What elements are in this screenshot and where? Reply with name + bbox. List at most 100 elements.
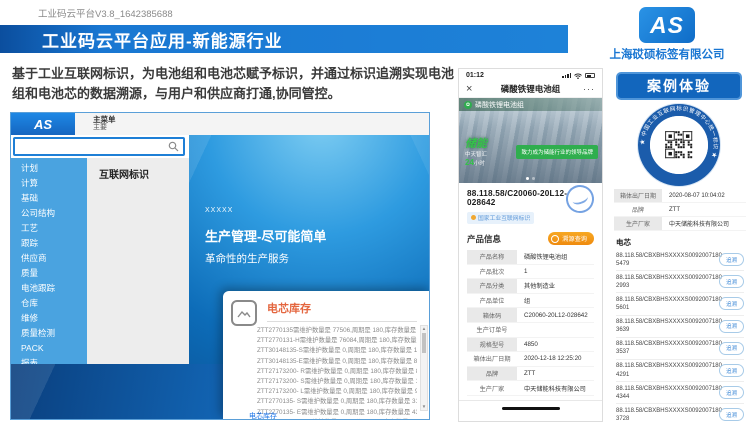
inventory-row: ZTT2770135需维护数量是 77506,周期是 180,库存数量是 135… — [257, 326, 417, 336]
ring-icon — [551, 235, 559, 243]
intro-paragraph: 基于工业互联网标识，为电池组和电池芯赋予标识，并通过标识追溯实现电池组和电池芯的… — [12, 64, 464, 104]
desktop-app-window: AS 主菜单 主要 计划 — [10, 112, 430, 420]
slide-canvas: 工业码云平台V3.8_1642385688 工业码云平台应用-新能源行业 AS … — [0, 0, 750, 422]
identity-tag-label: 国家工业互联网标识 — [478, 213, 530, 222]
scroll-down-icon[interactable]: ▼ — [421, 404, 427, 410]
table-row: 生产订单号 — [467, 323, 594, 338]
sidebar-item[interactable]: 跟踪 — [11, 236, 87, 251]
sidebar-item[interactable]: PACK — [11, 341, 87, 356]
popup-footer-link[interactable]: 电芯库存 — [249, 411, 277, 419]
field-label: 规格型号 — [467, 338, 517, 352]
trace-pill-button[interactable]: 追溯 — [719, 275, 744, 288]
hero-subtitle: 革命性的生产服务 — [205, 251, 326, 266]
slogan-button[interactable]: 致力成为储能行业的领导品牌 — [516, 145, 598, 159]
trace-pill-button[interactable]: 追溯 — [719, 320, 744, 333]
sidebar-item[interactable]: 计算 — [11, 176, 87, 191]
table-row: 品牌 ZTT — [614, 203, 746, 217]
popup-scrollbar[interactable]: ▲ ▼ — [420, 325, 428, 411]
nav-title: 磷酸铁锂电池组 — [459, 82, 602, 97]
inventory-row: ZTT30148135-S需维护数量是 0,周期是 180,库存数量是 1918… — [257, 346, 417, 356]
search-input[interactable] — [15, 138, 168, 155]
photo-overlay-number: 24 — [465, 158, 474, 167]
search-bar[interactable] — [13, 137, 185, 156]
field-value: C20060-20L12-028642 — [517, 308, 594, 322]
status-icons — [562, 73, 595, 79]
scrollbar-thumb[interactable] — [422, 333, 426, 353]
inventory-row: ZTT27173200- S需维护数量是 0,周期是 180,库存数量是 193… — [257, 377, 417, 387]
list-item: 88.118.58/CBXBHSXXXXS0092007180 5479 追溯 — [616, 249, 744, 271]
brand-block: AS 上海砹硕标签有限公司 — [592, 7, 742, 62]
sidebar-item[interactable]: 电池跟踪 — [11, 281, 87, 296]
submenu-item-internet-id[interactable]: 互联网标识 — [87, 158, 189, 181]
field-label: 产品分类 — [467, 279, 517, 293]
list-item: 88.118.58/CBXBHSXXXXS0092007180 2993 追溯 — [616, 271, 744, 293]
case-experience-button[interactable]: 案例体验 — [616, 72, 742, 100]
trace-pill-button[interactable]: 追溯 — [719, 342, 744, 355]
battery-icon — [585, 73, 595, 78]
trace-pill-button[interactable]: 追溯 — [719, 408, 744, 421]
home-indicator[interactable] — [502, 407, 560, 411]
carousel-dots[interactable] — [459, 177, 602, 180]
search-icon[interactable] — [168, 141, 179, 152]
inventory-row: ZTT27173200- L需维护数量是 0,周期是 180,库存数量是 980… — [257, 387, 417, 397]
cells-section-title: 电芯 — [616, 237, 750, 248]
identity-code-block: 88.118.58/C20060-20L12-028642 国家工业互联网标识 — [459, 183, 602, 225]
inventory-rows: ZTT2770135需维护数量是 77506,周期是 180,库存数量是 135… — [257, 326, 417, 419]
app-menubar: 主菜单 主要 — [75, 113, 429, 135]
sidebar-item[interactable]: 计划 — [11, 161, 87, 176]
field-label: 生产订单号 — [467, 323, 517, 337]
photo-badge-label: 磷酸铁锂电池组 — [475, 100, 524, 110]
sidebar-item[interactable]: 仓库 — [11, 296, 87, 311]
cell-code: 88.118.58/CBXBHSXXXXS0092007180 4291 — [616, 362, 712, 378]
case-fields-table: 箱体出厂日期 2020-08-07 10:04:02 品牌 ZTT 生产厂家 中… — [614, 189, 746, 231]
sidebar-item[interactable]: 质量检测 — [11, 326, 87, 341]
trace-pill-button[interactable]: 追溯 — [719, 386, 744, 399]
close-icon[interactable]: × — [466, 82, 472, 97]
company-logo: AS — [639, 7, 695, 43]
cell-list: 88.118.58/CBXBHSXXXXS0092007180 5479 追溯 … — [616, 249, 744, 422]
sidebar-item[interactable]: 维修 — [11, 311, 87, 326]
list-item: 88.118.58/CBXBHSXXXXS0092007180 5601 追溯 — [616, 293, 744, 315]
scroll-up-icon[interactable]: ▲ — [421, 326, 427, 332]
sidebar-item[interactable]: 公司结构 — [11, 206, 87, 221]
app-body: 计划 计算 基础 公司结构 工艺 跟踪 供应商 — [11, 135, 429, 419]
field-label: 产品批次 — [467, 265, 517, 279]
inventory-row: ZTT2770135- S需维护数量是 0,周期是 180,库存数量是 3188… — [257, 397, 417, 407]
inventory-row: ZTT30148135-E需维护数量是 0,周期是 180,库存数量是 8402… — [257, 357, 417, 367]
cell-code: 88.118.58/CBXBHSXXXXS0092007180 2993 — [616, 274, 712, 290]
image-icon — [231, 300, 257, 326]
cell-code: 88.118.58/CBXBHSXXXXS0092007180 5479 — [616, 252, 712, 268]
table-row: 箱体出厂日期 2020-12-18 12:25:20 — [467, 352, 594, 367]
cell-code: 88.118.58/CBXBHSXXXXS0092007180 3639 — [616, 318, 712, 334]
trace-query-button[interactable]: 溯源查询 — [548, 232, 594, 245]
sidebar-item[interactable]: 工艺 — [11, 221, 87, 236]
table-row: 品牌 ZTT — [467, 367, 594, 382]
field-value — [517, 323, 594, 337]
field-value: ZTT — [662, 203, 746, 216]
menu-subtitle[interactable]: 主要 — [93, 124, 429, 132]
trace-pill-button[interactable]: 追溯 — [719, 364, 744, 377]
cell-code: 88.118.58/CBXBHSXXXXS0092007180 5601 — [616, 296, 712, 312]
more-icon[interactable]: ··· — [583, 82, 595, 96]
field-label: 生产厂家 — [467, 381, 517, 395]
inventory-popup: 电芯库存 ZTT2770135需维护数量是 77506,周期是 180,库存数量… — [223, 291, 430, 419]
factory-photo: ✿ 磷酸铁锂电池组 储能 中天智汇 24小时 致力成为储能行业的领导品牌 — [459, 98, 602, 183]
sidebar-item[interactable]: 基础 — [11, 191, 87, 206]
field-value: 4850 — [517, 338, 594, 352]
app-logo: AS — [11, 113, 75, 135]
menu-title[interactable]: 主菜单 — [93, 115, 429, 124]
popup-title: 电芯库存 — [267, 298, 417, 322]
list-item: 88.118.58/CBXBHSXXXXS0092007180 3537 追溯 — [616, 338, 744, 360]
table-row: 规格型号 4850 — [467, 338, 594, 353]
photo-badge-bar: ✿ 磷酸铁锂电池组 — [459, 98, 602, 111]
cell-code: 88.118.58/CBXBHSXXXXS0092007180 4344 — [616, 385, 712, 401]
medal-icon — [471, 215, 476, 220]
trace-pill-button[interactable]: 追溯 — [719, 297, 744, 310]
inventory-row: ZTT2770131-H需维护数量是 76084,周期是 180,库存数量是 2… — [257, 336, 417, 346]
field-value: 2020-08-07 10:04:02 — [662, 189, 746, 202]
cert-stamp-icon — [562, 181, 597, 216]
sidebar-item[interactable]: 供应商 — [11, 251, 87, 266]
trace-pill-button[interactable]: 追溯 — [719, 253, 744, 266]
cell-code: 88.118.58/CBXBHSXXXXS0092007180 3728 — [616, 407, 712, 422]
sidebar-item[interactable]: 质量 — [11, 266, 87, 281]
